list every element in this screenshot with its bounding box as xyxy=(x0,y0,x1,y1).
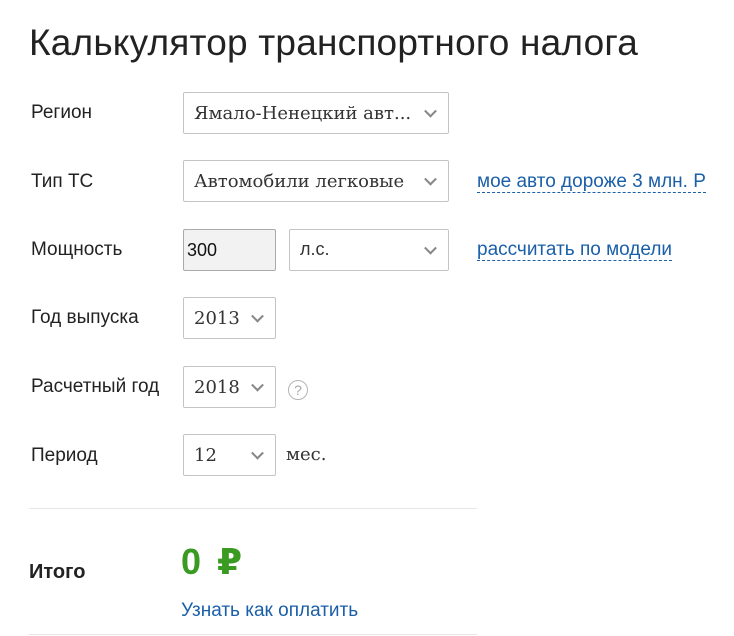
region-label: Регион xyxy=(31,102,93,123)
expensive-car-link[interactable]: мое авто дороже 3 млн. Р xyxy=(477,172,706,193)
power-unit-select[interactable]: л.с. xyxy=(289,229,449,271)
page-title: Калькулятор транспортного налога xyxy=(29,22,639,63)
total-label: Итого xyxy=(29,561,86,583)
how-to-pay-link[interactable]: Узнать как оплатить xyxy=(181,600,358,622)
vehicle-type-select[interactable]: Автомобили легковые xyxy=(183,160,449,202)
vehicle-type-label: Тип ТС xyxy=(31,171,94,192)
calc-year-select[interactable]: 2018 xyxy=(183,366,276,408)
region-select[interactable]: Ямало-Ненецкий авт... xyxy=(183,92,449,134)
help-icon[interactable]: ? xyxy=(288,380,308,400)
region-select-value: Ямало-Ненецкий авт... xyxy=(194,102,412,124)
calculate-by-model-link[interactable]: рассчитать по модели xyxy=(477,240,673,261)
vehicle-type-select-value: Автомобили легковые xyxy=(194,170,405,192)
period-select[interactable]: 12 xyxy=(183,434,276,476)
power-unit-select-value: л.с. xyxy=(300,239,330,259)
year-select[interactable]: 2013 xyxy=(183,297,276,339)
total-amount: 0 ₽ xyxy=(181,541,242,583)
divider xyxy=(29,508,477,509)
year-label: Год выпуска xyxy=(31,307,139,328)
power-label: Мощность xyxy=(31,239,123,260)
power-input[interactable] xyxy=(183,229,276,271)
period-unit: мес. xyxy=(286,444,327,465)
ruble-icon: ₽ xyxy=(217,541,243,582)
period-label: Период xyxy=(31,445,98,466)
calc-year-label: Расчетный год xyxy=(31,376,160,397)
divider xyxy=(29,634,477,635)
total-amount-value: 0 xyxy=(181,541,202,582)
